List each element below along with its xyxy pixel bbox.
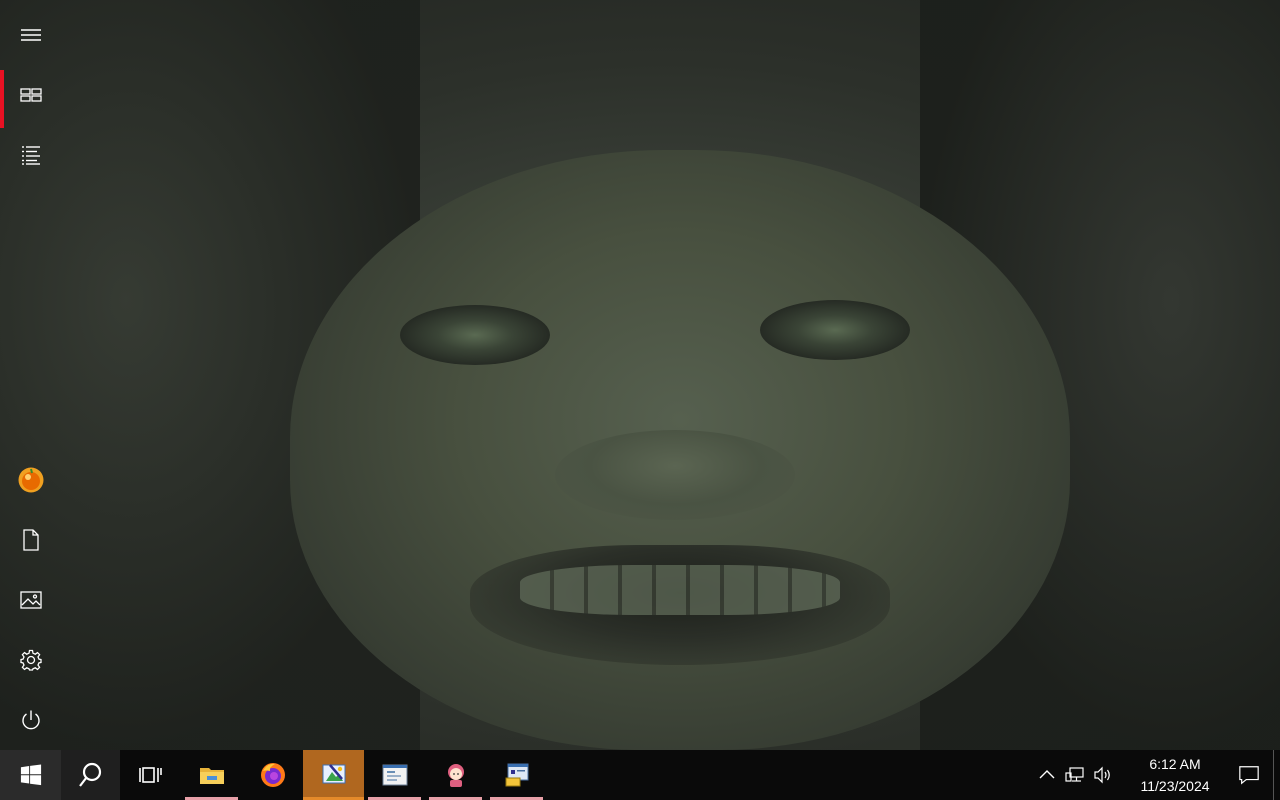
taskbar: 6:12 AM 11/23/2024 <box>0 750 1280 800</box>
desktop: 6:12 AM 11/23/2024 <box>0 0 1280 800</box>
task-view-button[interactable] <box>120 750 181 800</box>
wallpaper-mouth <box>470 545 890 665</box>
control-panel-taskbar-button[interactable] <box>486 750 547 800</box>
power-button[interactable] <box>0 690 62 750</box>
chevron-up-icon <box>1039 770 1055 779</box>
power-icon <box>22 710 40 730</box>
all-apps-button[interactable] <box>0 125 62 185</box>
show-desktop-button[interactable] <box>1273 750 1280 800</box>
paint-icon <box>322 764 345 784</box>
wallpaper-teeth <box>520 565 840 615</box>
window-icon <box>382 764 407 786</box>
wallpaper-face <box>290 150 1070 750</box>
tiles-icon <box>20 88 42 102</box>
firefox-taskbar-button[interactable] <box>242 750 303 800</box>
documents-button[interactable] <box>0 510 62 570</box>
wallpaper-nose <box>555 430 795 520</box>
tiles-view-button[interactable] <box>0 65 62 128</box>
wallpaper-eye-left <box>400 305 550 365</box>
settings-button[interactable] <box>0 630 62 690</box>
pictures-button[interactable] <box>0 570 62 630</box>
volume-button[interactable] <box>1089 750 1117 800</box>
character-icon <box>447 764 464 787</box>
clock[interactable]: 6:12 AM 11/23/2024 <box>1125 750 1225 800</box>
firefox-icon <box>260 763 285 787</box>
document-icon <box>23 529 39 551</box>
wallpaper-hair-left <box>0 0 420 750</box>
wallpaper-eye-right <box>760 300 910 360</box>
file-explorer-taskbar-button[interactable] <box>181 750 242 800</box>
network-button[interactable] <box>1061 750 1089 800</box>
task-view-icon <box>138 767 162 783</box>
gear-icon <box>20 649 42 671</box>
speaker-icon <box>1094 766 1110 784</box>
paint-taskbar-button[interactable] <box>303 750 364 800</box>
window-app-taskbar-button[interactable] <box>364 750 425 800</box>
windows-logo-icon <box>20 764 41 786</box>
picture-icon <box>20 591 42 609</box>
notification-icon <box>1239 766 1259 785</box>
user-account-button[interactable] <box>0 450 62 510</box>
start-button[interactable] <box>0 750 61 800</box>
list-icon <box>22 146 40 165</box>
search-button[interactable] <box>61 750 120 800</box>
start-menu-rail <box>0 0 62 750</box>
search-icon <box>78 762 101 787</box>
clock-time: 6:12 AM <box>1149 756 1201 772</box>
clock-date: 11/23/2024 <box>1140 778 1210 794</box>
anime-app-taskbar-button[interactable] <box>425 750 486 800</box>
hamburger-icon <box>21 29 41 41</box>
control-panel-icon <box>505 763 528 787</box>
show-hidden-icons-button[interactable] <box>1033 750 1061 800</box>
system-tray: 6:12 AM 11/23/2024 <box>1033 750 1280 800</box>
hamburger-menu-button[interactable] <box>0 5 62 65</box>
action-center-button[interactable] <box>1225 750 1273 800</box>
orange-avatar-icon <box>18 467 44 493</box>
network-icon <box>1065 767 1084 782</box>
folder-icon <box>199 768 224 784</box>
wallpaper-hair-right <box>920 0 1280 750</box>
